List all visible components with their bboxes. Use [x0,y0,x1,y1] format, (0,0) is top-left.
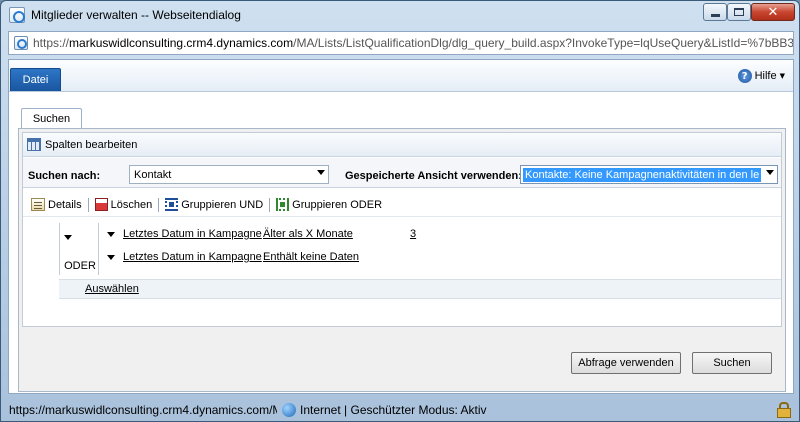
dialog-content: Datei ? Hilfe ▼ Suchen Spalten bearbeite… [8,59,794,394]
query-toolbar: Details Löschen Gruppieren UND Gruppiere… [23,193,781,217]
search-for-label: Suchen nach: [28,170,101,182]
security-zone: Internet | Geschützter Modus: Aktiv [300,402,487,417]
group-and-label: Gruppieren UND [181,198,264,211]
row-menu-icon[interactable] [107,231,115,237]
address-path: /MA/Lists/ListQualificationDlg/dlg_query… [293,36,794,50]
group-operator: ODER [64,260,96,272]
condition-value[interactable]: 3 [410,228,416,240]
toolbar-separator [269,197,271,212]
condition-row: Letztes Datum in Kampagne Enthält keine … [107,249,410,265]
query-builder: Spalten bearbeiten Suchen nach: Kontakt … [22,132,782,327]
delete-label: Löschen [110,198,153,211]
dropdown-arrow-icon [317,170,325,175]
group-or-button[interactable]: Gruppieren ODER [272,195,386,215]
details-label: Details [48,198,82,211]
help-icon: ? [737,69,752,83]
minimize-button[interactable] [703,3,727,21]
toolbar-separator [158,197,160,212]
entity-select-value: Kontakt [134,168,172,181]
dialog-window: Mitglieder verwalten -- Webseitendialog … [0,0,800,422]
lock-icon [777,402,791,418]
edit-columns-label: Spalten bearbeiten [45,138,138,151]
help-label: Hilfe [754,70,777,82]
status-url: https://markuswidlconsulting.crm4.dynami… [9,402,277,417]
delete-icon [94,198,108,211]
select-row: Auswählen [59,279,781,299]
ie-page-icon [9,7,25,23]
minimize-icon [710,14,720,17]
row-menu-icon[interactable] [107,254,115,260]
condition-group: ODER [59,223,99,275]
globe-icon [282,402,296,417]
condition-row: Letztes Datum in Kampagne Älter als X Mo… [107,226,416,242]
dropdown-arrow-icon [766,170,774,175]
group-and-button[interactable]: Gruppieren UND [161,195,267,215]
condition-operator[interactable]: Enthält keine Daten [263,251,359,263]
status-bar: https://markuswidlconsulting.crm4.dynami… [1,398,799,421]
saved-view-value: Kontakte: Keine Kampagnenaktivitäten in … [523,167,761,182]
delete-button[interactable]: Löschen [91,195,157,215]
group-and-icon [165,198,179,211]
address-prefix: https:// [33,36,70,50]
address-url: https://markuswidlconsulting.crm4.dynami… [33,36,794,50]
details-button[interactable]: Details [27,195,86,215]
chevron-down-icon: ▼ [779,72,785,80]
saved-view-label: Gespeicherte Ansicht verwenden: [345,170,522,182]
condition-field[interactable]: Letztes Datum in Kampagne [123,251,262,263]
chevron-down-icon [64,235,72,240]
condition-operator[interactable]: Älter als X Monate [263,228,353,240]
ribbon: Datei ? Hilfe ▼ [9,60,793,92]
close-button[interactable]: ✕ [751,3,795,21]
grid-icon [27,138,41,151]
group-or-label: Gruppieren ODER [292,198,383,211]
page-icon [14,36,28,50]
maximize-button[interactable] [727,3,751,21]
search-button[interactable]: Suchen [692,352,772,374]
group-or-icon [276,198,290,211]
saved-view-select[interactable]: Kontakte: Keine Kampagnenaktivitäten in … [520,165,778,184]
help-menu[interactable]: ? Hilfe ▼ [737,69,785,83]
details-icon [31,198,45,211]
search-row: Suchen nach: Kontakt Gespeicherte Ansich… [23,158,781,188]
tab-search[interactable]: Suchen [21,108,82,129]
entity-select[interactable]: Kontakt [129,165,329,184]
title-bar[interactable]: Mitglieder verwalten -- Webseitendialog … [1,1,799,29]
group-menu-button[interactable] [64,231,76,241]
toolbar-separator [87,197,89,212]
window-title: Mitglieder verwalten -- Webseitendialog [31,8,241,22]
address-domain: markuswidlconsulting.crm4.dynamics.com [69,36,294,50]
file-tab[interactable]: Datei [10,68,61,91]
edit-columns-button[interactable]: Spalten bearbeiten [23,133,781,157]
use-query-button[interactable]: Abfrage verwenden [571,352,681,374]
search-panel: Spalten bearbeiten Suchen nach: Kontakt … [18,128,786,392]
condition-field[interactable]: Letztes Datum in Kampagne [123,228,262,240]
maximize-icon [734,8,744,16]
close-icon: ✕ [767,4,779,20]
select-link[interactable]: Auswählen [85,283,139,295]
condition-area: ODER Letztes Datum in Kampagne Älter als… [59,223,781,275]
address-bar[interactable]: https://markuswidlconsulting.crm4.dynami… [8,31,794,55]
